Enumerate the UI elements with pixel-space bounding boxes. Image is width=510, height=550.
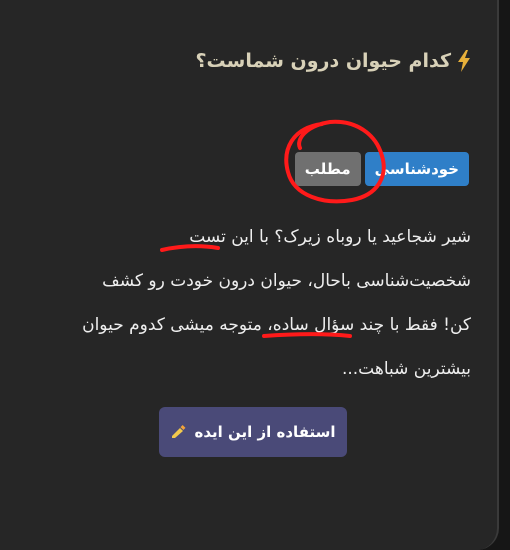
use-idea-button-label: استفاده از این ایده (194, 423, 336, 441)
description-line: کن! فقط با چند سؤال ساده، متوجه میشی کدو… (82, 315, 471, 335)
tag-self-knowledge[interactable]: خودشناسی (364, 152, 469, 186)
description-line: شخصیت‌شناسی باحال، حیوان درون خودت رو کش… (102, 271, 471, 291)
card-header: کدام حیوان درون شماست؟ (196, 50, 472, 72)
card-description: شیر شجاعید یا روباه زیرک؟ با این تست شخص… (11, 215, 471, 391)
use-idea-button[interactable]: استفاده از این ایده (159, 407, 347, 457)
writing-hand-icon (171, 425, 187, 439)
tag-list: خودشناسی مطلب (294, 152, 469, 186)
idea-card: کدام حیوان درون شماست؟ خودشناسی مطلب شیر… (0, 0, 499, 550)
tag-article[interactable]: مطلب (294, 152, 361, 186)
description-line: شیر شجاعید یا روباه زیرک؟ با این تست (189, 227, 471, 247)
lightning-bolt-icon (457, 50, 471, 72)
description-line: بیشترین شباهت... (341, 359, 471, 379)
card-title: کدام حیوان درون شماست؟ (195, 50, 452, 72)
